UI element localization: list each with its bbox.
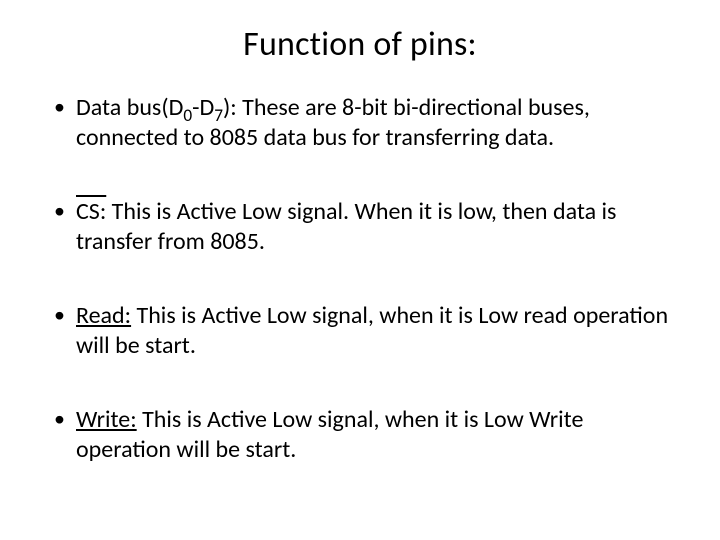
bullet-write: Write: This is Active Low signal, when i… xyxy=(48,405,672,465)
bullet-text: Data bus(D xyxy=(76,93,183,122)
bullet-list: Data bus(D0-D7): These are 8-bit bi-dire… xyxy=(48,93,672,465)
pin-label-read: Read: xyxy=(76,301,131,330)
bullet-cs: CS: This is Active Low signal. When it i… xyxy=(48,197,672,257)
bullet-text: This is Active Low signal. When it is lo… xyxy=(76,197,616,256)
pin-label-cs: CS: xyxy=(76,197,106,226)
slide-title: Function of pins: xyxy=(48,24,672,65)
slide: Function of pins: Data bus(D0-D7): These… xyxy=(0,0,720,540)
pin-label-write: Write: xyxy=(76,405,137,434)
bullet-data-bus: Data bus(D0-D7): These are 8-bit bi-dire… xyxy=(48,93,672,153)
bullet-text: This is Active Low signal, when it is Lo… xyxy=(76,301,668,360)
bullet-read: Read: This is Active Low signal, when it… xyxy=(48,301,672,361)
bullet-text: This is Active Low signal, when it is Lo… xyxy=(76,405,583,464)
bullet-text: -D xyxy=(192,93,214,122)
